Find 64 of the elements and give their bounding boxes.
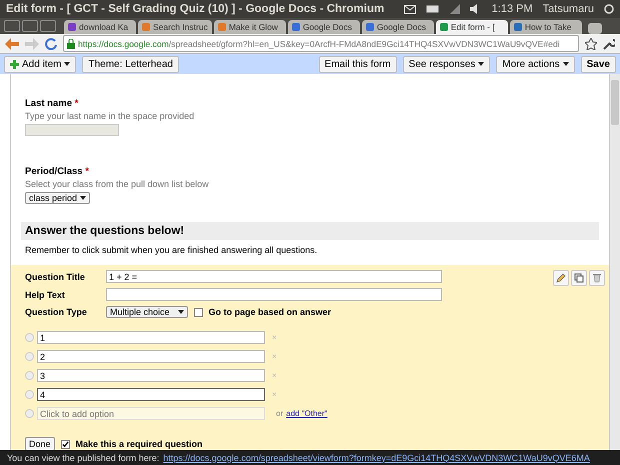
caret-icon	[562, 62, 569, 66]
done-button[interactable]: Done	[25, 437, 55, 450]
checkbox-label: Make this a required question	[76, 439, 203, 449]
form-link[interactable]: https://docs.google.com/spreadsheet/viewform?formkey=dE9Gci14THQ4SXVwVDN3WC1WaU9vQVE6MA	[163, 452, 590, 462]
input-field[interactable]	[106, 288, 442, 301]
option-field[interactable]: Click to add option	[37, 407, 265, 420]
caret-icon	[178, 310, 184, 314]
delete-icon[interactable]	[589, 270, 605, 286]
or-text: or	[276, 409, 284, 418]
window-title: Edit form - [ GCT - Self Grading Quiz (10) ] - Google Docs - Chromium	[6, 3, 386, 15]
checkbox[interactable]	[60, 440, 70, 448]
lock-icon	[67, 38, 75, 48]
field-label: Question Type	[25, 307, 88, 317]
caret-icon	[80, 196, 86, 200]
browser-tab[interactable]: Google Docs	[362, 20, 434, 34]
help-text: Select your class from the pull down list below	[25, 179, 210, 189]
status-text: You can view the published form here:	[7, 452, 160, 462]
browser-tab[interactable]: Make it Glow	[214, 20, 286, 34]
address-bar[interactable]: https://docs.google.com/spreadsheet/gform?hl=en_US&key=0ArcfH-FMdA8ndE9Gci14THQ4SXVwVDN3WC1WaU9vQVE#edi	[63, 35, 579, 52]
back-icon[interactable]	[5, 38, 19, 50]
text-field[interactable]	[25, 124, 119, 136]
reload-icon[interactable]	[45, 38, 57, 50]
star-icon[interactable]	[585, 38, 597, 50]
checkbox-label: Go to page based on answer	[208, 307, 332, 317]
field-label: Help Text	[25, 290, 66, 300]
power-icon[interactable]	[604, 4, 614, 14]
mail-icon[interactable]	[404, 4, 416, 14]
field-label: Last name *	[25, 98, 80, 109]
toolbar-button[interactable]: Theme: Letterhead	[82, 56, 179, 72]
caret-icon	[64, 62, 70, 66]
clock[interactable]: 1:13 PM	[492, 3, 533, 15]
battery-icon[interactable]	[426, 5, 440, 13]
browser-tab[interactable]: Google Docs	[288, 20, 360, 34]
scrollbar[interactable]	[610, 74, 620, 450]
option-field[interactable]: 3	[37, 369, 265, 382]
option-field[interactable]: 4	[37, 388, 265, 401]
browser-tab[interactable]: download Ka	[64, 20, 136, 34]
caret-icon	[478, 62, 484, 66]
plus-icon	[10, 60, 19, 68]
toolbar-button[interactable]: More actions	[496, 56, 575, 72]
browser-tab[interactable]: Search Instruc	[138, 20, 212, 34]
new-tab-button[interactable]	[588, 23, 602, 34]
checkbox[interactable]	[194, 308, 203, 316]
duplicate-icon[interactable]	[571, 270, 587, 286]
toolbar-button[interactable]: Email this form	[318, 56, 397, 72]
section-title: Answer the questions below!	[21, 222, 599, 240]
input-field[interactable]: 1 + 2 =	[106, 270, 442, 283]
field-label: Question Title	[25, 272, 86, 282]
option-field[interactable]: 1	[37, 331, 265, 344]
browser-tab[interactable]: How to Take	[510, 20, 582, 34]
field-label: Period/Class *	[25, 166, 90, 177]
option-field[interactable]: 2	[37, 350, 265, 363]
toolbar-button[interactable]: Save	[580, 56, 616, 72]
toolbar-button[interactable]: See responses	[402, 56, 490, 72]
signal-icon[interactable]	[450, 4, 460, 14]
add-other-link[interactable]: add "Other"	[286, 409, 328, 418]
toolbar-button[interactable]: Add item	[4, 56, 76, 72]
section-description: Remember to click submit when you are finished answering all questions.	[24, 244, 318, 257]
help-text: Type your last name in the space provided	[25, 111, 196, 121]
browser-tab[interactable]: Edit form - [	[436, 20, 508, 34]
edit-icon[interactable]	[553, 270, 569, 286]
dropdown[interactable]: class period	[25, 192, 90, 204]
user-name[interactable]: Tatsumaru	[542, 3, 594, 15]
dropdown[interactable]: Multiple choice	[106, 306, 188, 318]
